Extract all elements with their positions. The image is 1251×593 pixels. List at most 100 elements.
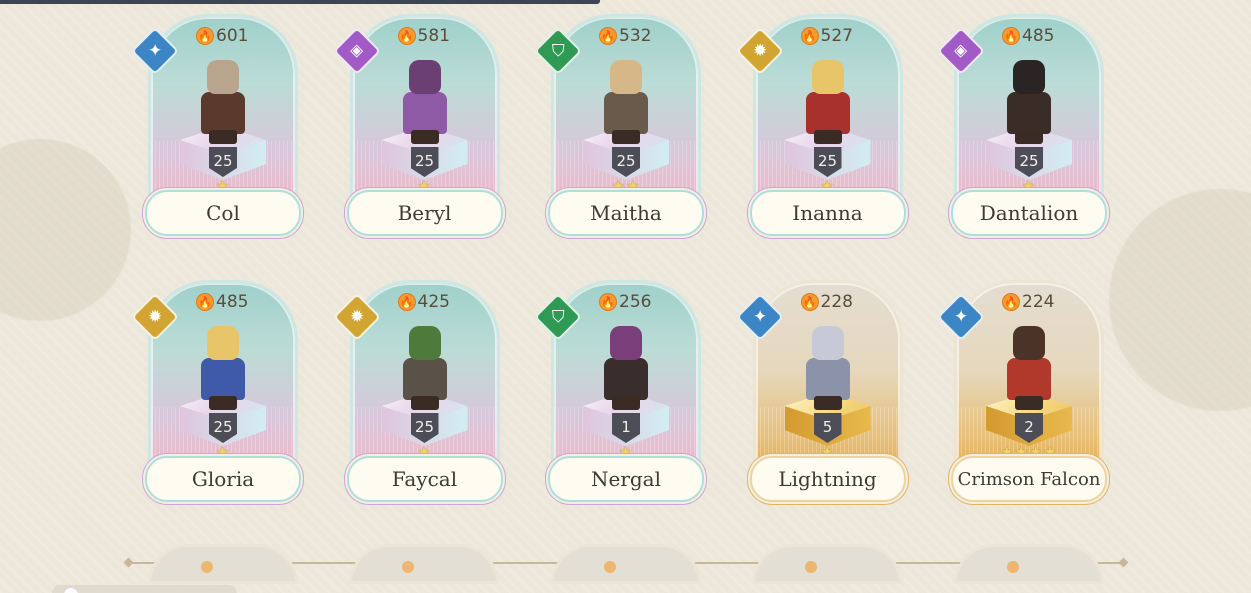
hero-card[interactable]: ✹ 🔥 485 25 ★ Gloria [130,280,311,504]
power-value: 485 [216,292,249,312]
power-value: 601 [216,26,249,46]
flame-icon: 🔥 [600,28,616,44]
element-glyph: ✹ [147,307,163,327]
flame-icon: 🔥 [801,28,818,44]
hero-sprite-legs [410,396,439,410]
hero-sprite-body [402,92,447,134]
flame-icon: 🔥 [600,294,616,310]
element-glyph: ⛉ [551,307,565,327]
power-value: 581 [417,26,450,46]
hero-card[interactable]: ✦ 🔥 601 25 ★ Col [130,14,311,238]
hero-sprite-legs [209,130,237,144]
power-value: 256 [619,292,652,312]
power-value: 532 [619,26,652,46]
hero-sprite-body [1007,358,1051,400]
power-display: 🔥 485 [197,292,248,312]
hero-sprite-legs [813,130,842,144]
hero-sprite-body [604,92,648,134]
hero-card[interactable]: ✦ 🔥 228 5 ★ Lightning [735,280,916,504]
power-display: 🔥 532 [600,26,651,46]
hero-sprite-legs [612,396,640,410]
flame-icon [1007,561,1019,573]
flame-icon [604,561,616,573]
hero-sprite-head [610,326,642,360]
power-display: 🔥 527 [801,26,853,46]
hero-name: Maitha [548,190,704,236]
element-glyph: ✦ [147,41,163,61]
hero-sprite-head [408,60,441,94]
hero-sprite-head [811,326,844,360]
hero-sprite-body [1007,92,1051,134]
hero-sprite [187,322,259,412]
hero-card[interactable]: ✹ 🔥 425 25 ★ Faycal [332,280,513,504]
hero-sprite-head [408,326,441,360]
flame-icon: 🔥 [398,28,415,44]
power-value: 527 [820,26,853,46]
hero-sprite-body [805,358,850,400]
hero-card[interactable]: ✹ 🔥 527 25 ★ Inanna [735,14,916,238]
element-glyph: ✦ [953,307,969,327]
hero-sprite [590,322,662,412]
power-display: 🔥 256 [600,292,651,312]
hero-sprite-head [1013,60,1045,94]
hero-card[interactable]: ◈ 🔥 581 25 ★ Beryl [332,14,513,238]
hero-sprite [993,322,1065,412]
hero-name: Crimson Falcon [951,456,1107,502]
hero-sprite-body [402,358,447,400]
hero-name: Nergal [548,456,704,502]
power-display: 🔥 425 [398,292,450,312]
flame-icon [201,561,213,573]
hero-sprite-head [1013,326,1045,360]
power-display: 🔥 601 [197,26,248,46]
hero-card-preview [349,544,499,584]
hero-name: Beryl [346,190,503,236]
hero-card[interactable]: ◈ 🔥 485 25 ★ Dantalion [936,14,1117,238]
power-display: 🔥 224 [1003,292,1054,312]
hero-sprite-legs [1015,396,1043,410]
element-glyph: ◈ [349,40,364,61]
element-glyph: ◈ [954,40,968,61]
hero-sprite-legs [813,396,842,410]
hero-sprite [187,56,259,146]
hero-sprite-legs [410,130,439,144]
hero-card[interactable]: ⛉ 🔥 256 1 ★ Nergal [533,280,714,504]
hero-name: Gloria [145,456,301,502]
hero-name: Col [145,190,301,236]
hero-sprite-body [805,92,850,134]
hero-card[interactable]: ✦ 🔥 224 2 ★★★★ Crimson Falcon [936,280,1117,504]
element-glyph: ✹ [349,307,364,327]
hero-grid: ✦ 🔥 601 25 ★ Col ◈ 🔥 581 25 ★ Beryl ⛉ 🔥 … [130,14,1117,504]
flame-icon: 🔥 [1003,28,1019,44]
flame-icon: 🔥 [801,294,818,310]
element-glyph: ✹ [752,41,767,61]
element-glyph: ✦ [752,307,767,327]
power-display: 🔥 228 [801,292,853,312]
hero-sprite [792,322,864,412]
flame-icon: 🔥 [197,294,213,310]
bottom-tab[interactable] [52,585,237,593]
hero-sprite-head [207,326,239,360]
flame-icon [402,561,414,573]
hero-card[interactable]: ⛉ 🔥 532 25 ★★ Maitha [533,14,714,238]
hero-sprite-body [201,92,245,134]
hero-sprite-head [610,60,642,94]
hero-card-preview [752,544,902,584]
hero-card-preview [954,544,1104,584]
flame-icon [805,561,817,573]
flame-icon: 🔥 [197,28,213,44]
power-display: 🔥 581 [398,26,450,46]
power-value: 228 [820,292,853,312]
power-value: 425 [417,292,450,312]
power-value: 224 [1022,292,1055,312]
hero-name: Inanna [749,190,906,236]
hero-sprite-head [811,60,844,94]
hero-sprite [590,56,662,146]
hero-sprite-body [201,358,245,400]
hero-sprite-legs [612,130,640,144]
hero-card-preview [148,544,298,584]
power-display: 🔥 485 [1003,26,1054,46]
hero-sprite [389,56,461,146]
hero-sprite [389,322,461,412]
hero-sprite-body [604,358,648,400]
flame-icon: 🔥 [1003,294,1019,310]
